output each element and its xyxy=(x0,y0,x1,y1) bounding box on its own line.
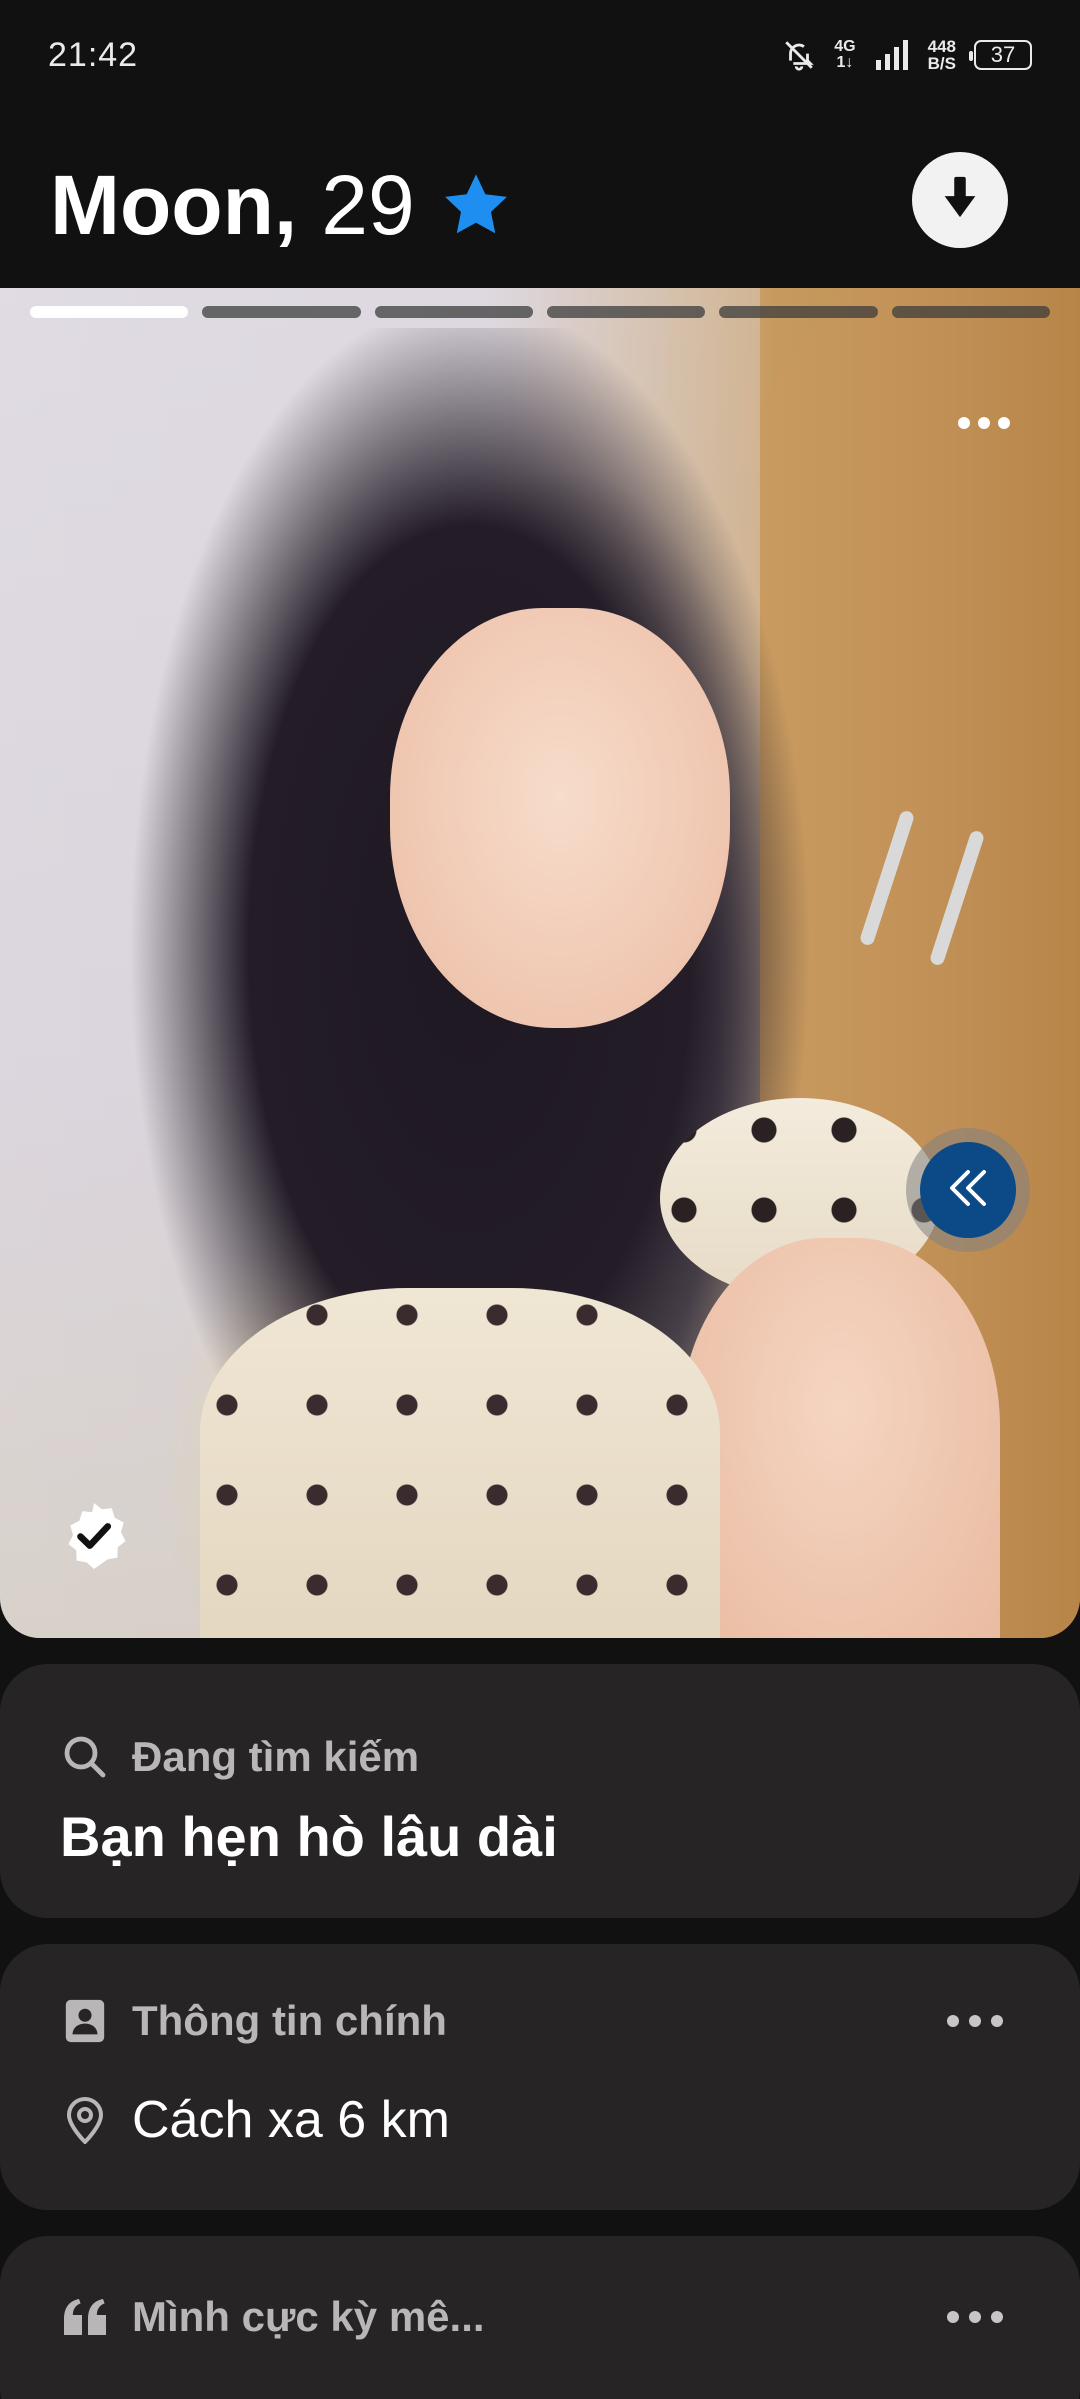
location-pin-icon xyxy=(60,2095,110,2145)
status-time: 21:42 xyxy=(48,35,139,74)
looking-for-header: Đang tìm kiếm xyxy=(60,1732,1020,1782)
rewind-button[interactable] xyxy=(906,1128,1030,1252)
bio-card[interactable]: Mình cực kỳ mê... xyxy=(0,2236,1080,2399)
more-dot xyxy=(969,2015,981,2027)
network-speed-unit: B/S xyxy=(927,54,956,73)
network-type: 4G 1↓ xyxy=(834,39,855,71)
network-speed: 448 B/S xyxy=(928,38,956,72)
photo-progress-indicator xyxy=(30,306,1050,318)
arrow-down-icon xyxy=(940,175,980,226)
more-dot xyxy=(947,2311,959,2323)
basics-label: Thông tin chính xyxy=(132,1997,447,2044)
star-icon xyxy=(439,169,513,241)
network-speed-value: 448 xyxy=(927,37,956,56)
more-dot xyxy=(958,417,970,429)
bell-off-icon xyxy=(782,38,816,72)
basics-header: Thông tin chính xyxy=(60,1996,1020,2046)
status-icons: 4G 1↓ 448 B/S 37 xyxy=(782,38,1032,72)
photo-progress-segment xyxy=(891,306,1050,318)
more-dot xyxy=(998,417,1010,429)
double-chevron-left-icon xyxy=(946,1168,990,1213)
photo-progress-segment xyxy=(719,306,878,318)
profile-header: Moon, 29 xyxy=(0,130,1080,280)
profile-age: 29 xyxy=(321,157,415,252)
quote-icon xyxy=(60,2292,110,2342)
profile-name: Moon, xyxy=(50,157,298,252)
profile-photo[interactable] xyxy=(0,288,1080,1638)
more-dot xyxy=(991,2015,1003,2027)
search-icon xyxy=(60,1732,110,1782)
looking-for-value-row: Bạn hẹn hò lâu dài xyxy=(60,1804,1020,1869)
basics-more-options-button[interactable] xyxy=(940,2001,1010,2041)
network-type-label: 4G xyxy=(834,38,856,55)
status-bar: 21:42 4G 1↓ 448 B/S 37 xyxy=(0,0,1080,110)
photo-progress-segment xyxy=(202,306,361,318)
looking-for-value: Bạn hẹn hò lâu dài xyxy=(60,1805,558,1868)
photo-progress-segment xyxy=(546,306,706,318)
looking-for-card[interactable]: Đang tìm kiếm Bạn hẹn hò lâu dài xyxy=(0,1664,1080,1918)
signal-icon xyxy=(874,40,910,70)
distance-row: Cách xa 6 km xyxy=(60,2090,1020,2150)
photo-subject-shoulder xyxy=(680,1238,1000,1638)
bio-more-options-button[interactable] xyxy=(940,2297,1010,2337)
profile-screen: 21:42 4G 1↓ 448 B/S 37 Moon, 29 Đang tìm… xyxy=(0,0,1080,2399)
verified-check-icon[interactable] xyxy=(58,1500,130,1572)
photo-progress-segment xyxy=(374,306,533,318)
photo-progress-segment xyxy=(30,306,189,318)
looking-for-label: Đang tìm kiếm xyxy=(132,1733,420,1780)
photo-more-options-button[interactable] xyxy=(944,398,1024,448)
more-dot xyxy=(978,417,990,429)
network-arrows: 1↓ xyxy=(836,54,854,71)
bio-label: Mình cực kỳ mê... xyxy=(132,2293,485,2340)
bio-header: Mình cực kỳ mê... xyxy=(60,2292,1020,2342)
battery-icon: 37 xyxy=(969,40,1032,70)
basics-card[interactable]: Thông tin chính Cách xa 6 km xyxy=(0,1944,1080,2210)
rewind-button-inner xyxy=(920,1142,1016,1238)
distance-text: Cách xa 6 km xyxy=(132,2091,450,2149)
photo-subject-dress xyxy=(200,1288,720,1638)
id-card-icon xyxy=(60,1996,110,2046)
more-dot xyxy=(969,2311,981,2323)
photo-subject-face xyxy=(390,608,730,1028)
battery-level: 37 xyxy=(990,42,1016,67)
collapse-profile-button[interactable] xyxy=(912,152,1008,248)
more-dot xyxy=(991,2311,1003,2323)
more-dot xyxy=(947,2015,959,2027)
